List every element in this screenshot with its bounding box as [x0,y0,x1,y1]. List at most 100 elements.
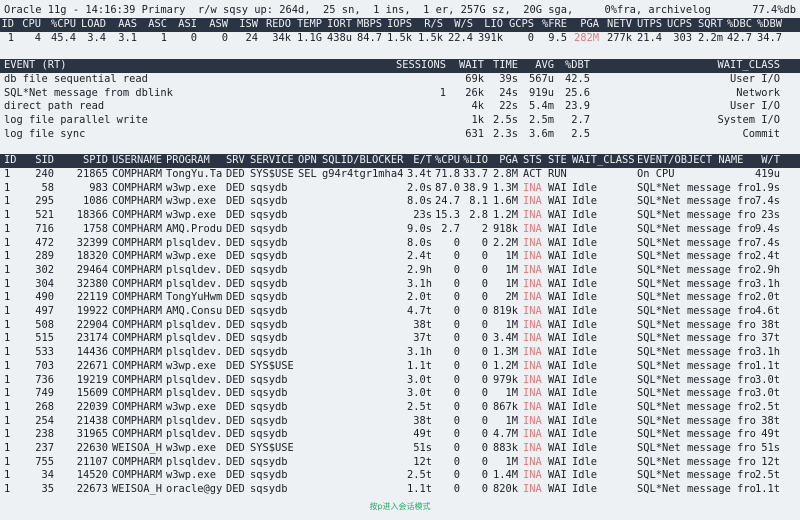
event-row: log file sync 631 2.3s 3.6m 2.5 Commit [0,128,800,142]
session-cell-sts: INA [523,455,542,468]
session-cell-pga: 1.4M [492,469,518,482]
session-cell-cpu: 0 [453,277,460,290]
session-cell-wt: 2.0t [754,291,780,304]
session-cell-cpu: 0 [453,305,460,317]
event-cell-2: 4k [471,100,484,113]
session-cell-sts: INA [523,428,542,441]
session-cell-pga: 1.2M [492,209,518,222]
session-cell-username: COMPHARM [112,455,163,468]
session-cell-id: 1 [4,277,11,290]
event-cell-2: 631 [465,127,484,140]
session-cell-service: sqsydb [250,291,288,304]
session-cell-service: sqsydb [250,181,288,194]
event-header-3: TIME [492,59,518,71]
session-cell-srv: DED [226,387,245,400]
session-row: 1 749 15609 COMPHARM plsqldev. DED sqsydb 3.0t 0… [0,387,800,401]
session-cell-eventobjectname: SQL*Net message fro [637,428,756,441]
session-cell-program: plsqldev. [166,373,223,386]
session-cell-id: 1 [4,236,11,249]
session-cell-ste: WAI [548,400,567,413]
session-cell-username: COMPHARM [112,250,163,263]
session-cell-ste: WAI [548,195,567,208]
session-cell-sid: 34 [41,469,54,482]
session-header-sqlidblocker: SQLID/BLOCKER [322,154,404,166]
session-cell-lio: 0 [481,250,488,263]
event-cell-3: 24s [499,86,518,99]
event-cell-2: 69k [465,73,484,85]
session-cell-program: w3wp.exe [166,181,217,194]
session-cell-program: AMQ.Consu [166,305,223,317]
session-cell-wt: 9.4s [754,222,780,235]
session-cell-pga: 1M [505,277,518,290]
mode-hint: 按p进入会话模式 [369,502,431,511]
session-cell-program: TongYuHwm [166,291,223,304]
session-row: 1 521 18366 COMPHARM w3wp.exe DED sqsydb 23s 15.… [0,209,800,223]
session-cell-et: 1.1t [406,359,432,372]
session-header-program: PROGRAM [166,154,210,166]
session-row: 1 268 22039 COMPHARM w3wp.exe DED sqsydb 2.5t 0 0… [0,401,800,415]
session-cell-lio: 0 [481,455,488,468]
session-cell-eventobjectname: SQL*Net message fro [637,455,756,468]
session-cell-waitclass: Idle [572,387,598,400]
session-cell-opn: SEL [298,168,317,180]
session-cell-username: COMPHARM [112,318,163,331]
session-cell-cpu: 87.0 [434,181,460,194]
session-cell-et: 8.0s [406,195,432,208]
session-cell-srv: DED [226,236,245,249]
session-cell-wt: 7.4s [754,236,780,249]
session-row: 1 472 32399 COMPHARM plsqldev. DED sqsydb 8.0s 0… [0,237,800,251]
session-cell-program: w3wp.exe [166,359,217,372]
session-cell-spid: 18366 [76,209,108,222]
session-row: 1 490 22119 COMPHARM TongYuHwm DED sqsydb 2.0t 0… [0,291,800,305]
session-cell-service: sqsydb [250,332,288,345]
session-cell-spid: 1086 [82,195,108,208]
event-cell-4: 5.4m [528,100,554,113]
session-cell-id: 1 [4,181,11,194]
session-cell-username: COMPHARM [112,346,163,359]
session-cell-username: COMPHARM [112,373,163,386]
session-cell-sid: 497 [35,305,54,317]
session-row: 1 533 14436 COMPHARM plsqldev. DED sqsydb 3.1h 0… [0,346,800,360]
session-cell-wt: 38t [761,414,780,427]
session-cell-wt: 1.1t [754,359,780,372]
session-cell-cpu: 15.3 [434,209,460,222]
session-cell-ste: WAI [548,236,567,249]
session-cell-srv: DED [226,291,245,304]
session-cell-ste: RUN [548,168,567,180]
session-cell-sid: 58 [41,181,54,194]
session-cell-eventobjectname: SQL*Net message fro [637,209,756,222]
session-cell-id: 1 [4,373,11,386]
session-cell-id: 1 [4,455,11,468]
session-cell-lio: 0 [481,236,488,249]
session-cell-service: sqsydb [250,346,288,359]
session-cell-wt: 37t [761,332,780,345]
session-cell-sid: 521 [35,209,54,222]
session-cell-et: 4.7t [406,305,432,317]
session-cell-program: plsqldev. [166,318,223,331]
session-cell-waitclass: Idle [572,263,598,276]
session-cell-lio: 0 [481,483,488,496]
session-cell-ste: WAI [548,469,567,482]
session-cell-service: sqsydb [250,373,288,386]
session-cell-eventobjectname: SQL*Net message fro [637,483,756,496]
event-cell-6: Network [736,86,780,99]
session-cell-lio: 33.7 [462,168,488,180]
event-cell-0: direct path read [4,100,105,113]
event-cell-2: 26k [465,86,484,99]
session-cell-srv: DED [226,400,245,413]
session-row: 1 254 21438 COMPHARM plsqldev. DED sqsydb 38t 0 0… [0,415,800,429]
event-cell-0: SQL*Net message from dblink [4,86,173,99]
event-cell-6: User I/O [729,73,780,85]
session-cell-username: COMPHARM [112,263,163,276]
session-cell-srv: DED [226,414,245,427]
session-cell-username: COMPHARM [112,277,163,290]
session-cell-lio: 2 [481,222,488,235]
session-cell-id: 1 [4,346,11,359]
session-cell-username: COMPHARM [112,168,163,180]
session-cell-id: 1 [4,400,11,413]
session-cell-pga: 1M [505,455,518,468]
session-cell-pga: 1.3M [492,181,518,194]
session-cell-program: w3wp.exe [166,209,217,222]
session-cell-eventobjectname: SQL*Net message fro [637,469,756,482]
session-cell-spid: 19219 [76,373,108,386]
